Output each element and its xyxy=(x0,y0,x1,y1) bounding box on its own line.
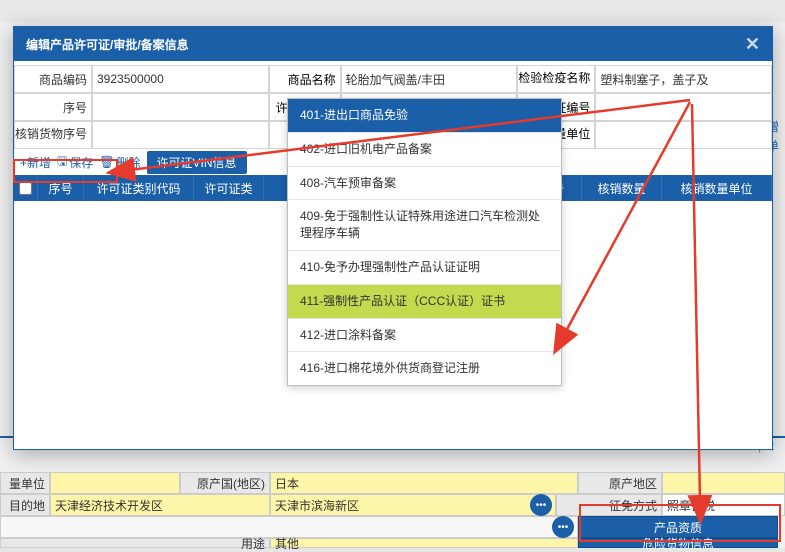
label-verify-seq: 核销货物序号 xyxy=(14,121,92,149)
col-verify-qty: 核销数量 xyxy=(582,175,662,201)
input-verify-seq[interactable] xyxy=(92,121,269,149)
dd-option-412[interactable]: 412-进口涂料备案 xyxy=(288,319,561,353)
dd-option-408[interactable]: 408-汽车预审备案 xyxy=(288,167,561,201)
bg-dest-val2[interactable]: 天津市滨海新区 ••• xyxy=(270,494,556,516)
vin-tab[interactable]: 许可证VIN信息 xyxy=(147,151,247,174)
value-product-code: 3923500000 xyxy=(92,65,269,93)
dd-option-409[interactable]: 409-免于强制性认证特殊用途进口汽车检测处理程序车辆 xyxy=(288,200,561,251)
save-button[interactable]: 🖫保存 xyxy=(57,152,93,173)
dd-option-411[interactable]: 411-强制性产品认证（CCC认证）证书 xyxy=(288,285,561,319)
close-icon[interactable]: ✕ xyxy=(745,34,760,55)
label-quarantine-name: 检验检疫名称 xyxy=(517,65,595,93)
bg-dest-val1[interactable]: 天津经济技术开发区 xyxy=(50,494,270,516)
bg-use-label: 用途 xyxy=(0,538,270,548)
bg-tax-val[interactable]: 照章征税 xyxy=(662,494,785,516)
modal-title: 编辑产品许可证/审批/备案信息 xyxy=(26,36,189,53)
value-quarantine-name: 塑料制塞子，盖子及 xyxy=(595,65,772,93)
add-button[interactable]: +新增 xyxy=(20,154,51,171)
input-seq[interactable] xyxy=(92,93,269,121)
dd-option-416[interactable]: 416-进口棉花境外供货商登记注册 xyxy=(288,352,561,385)
bg-unit-label: 量单位 xyxy=(0,472,50,494)
label-seq: 序号 xyxy=(14,93,92,121)
bg-origin-region-val[interactable] xyxy=(662,472,785,494)
col-seq: 序号 xyxy=(38,175,84,201)
label-product-name: 商品名称 xyxy=(269,65,341,93)
bg-origin-country-label: 原产国(地区) xyxy=(180,472,270,494)
bg-tax-label: 征免方式 xyxy=(556,494,662,516)
dd-option-402[interactable]: 402-进口旧机电产品备案 xyxy=(288,133,561,167)
bg-unit-val[interactable] xyxy=(50,472,180,494)
bg-dest-label: 目的地 xyxy=(0,494,50,516)
trash-icon: 🗑 xyxy=(99,155,114,169)
danger-goods-button[interactable]: 危险货物信息 xyxy=(578,538,778,548)
label-product-code: 商品编码 xyxy=(14,65,92,93)
bg-origin-region-label: 原产地区 xyxy=(578,472,662,494)
dd-option-410[interactable]: 410-免予办理强制性产品认证证明 xyxy=(288,251,561,285)
input-license-no[interactable] xyxy=(595,93,772,121)
more-dots-icon-2[interactable]: ••• xyxy=(552,516,574,538)
col-license-type: 许可证类 xyxy=(194,175,264,201)
save-icon: 🖫 xyxy=(57,152,67,173)
delete-button[interactable]: 🗑删除 xyxy=(99,154,140,171)
col-verify-unit: 核销数量单位 xyxy=(662,175,772,201)
bg-use-val[interactable]: 其他 xyxy=(270,538,578,548)
input-verify-unit[interactable] xyxy=(595,121,772,149)
license-type-dropdown[interactable]: 401-进出口商品免验 402-进口旧机电产品备案 408-汽车预审备案 409… xyxy=(287,98,562,386)
value-product-name: 轮胎加气阀盖/丰田 xyxy=(341,65,518,93)
bg-origin-country-val[interactable]: 日本 xyxy=(270,472,578,494)
col-license-type-code: 许可证类别代码 xyxy=(84,175,194,201)
dd-option-401[interactable]: 401-进出口商品免验 xyxy=(288,99,561,133)
more-dots-icon[interactable]: ••• xyxy=(530,494,552,516)
select-all-checkbox[interactable] xyxy=(19,182,32,195)
